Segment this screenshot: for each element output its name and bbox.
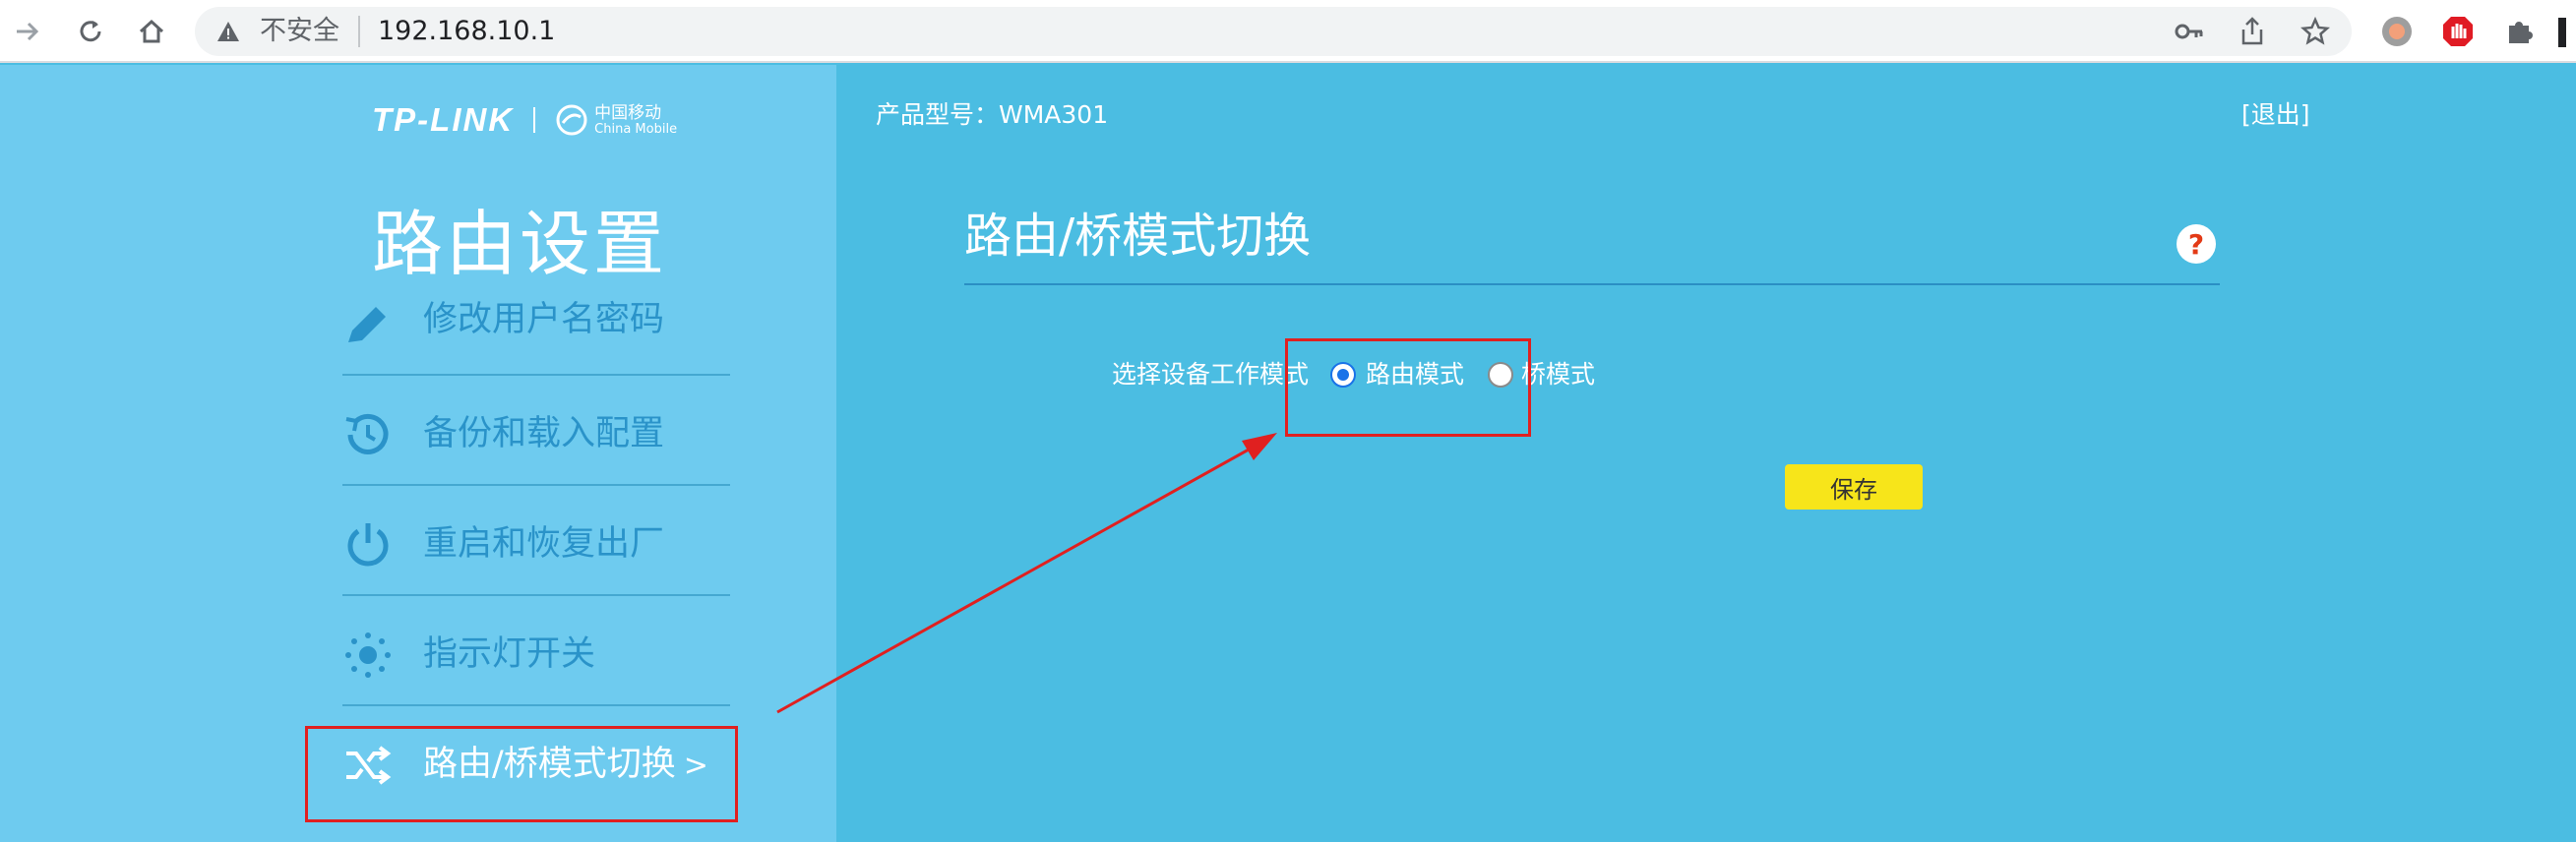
brand-logo: TP-LINK 中国移动 China Mobile (372, 98, 677, 142)
security-status: 不安全 (260, 16, 339, 46)
key-icon[interactable] (2173, 16, 2206, 47)
browser-toolbar: 不安全 192.168.10.1 (0, 0, 2576, 63)
brand-divider (533, 107, 536, 133)
share-icon[interactable] (2236, 16, 2269, 47)
title-divider (964, 283, 2220, 285)
china-mobile-logo: 中国移动 China Mobile (555, 103, 677, 137)
arrow-right-icon (17, 22, 39, 41)
sidebar-item-reboot-reset[interactable]: 重启和恢复出厂 (342, 486, 730, 596)
power-icon (347, 523, 389, 567)
address-bar[interactable]: 不安全 192.168.10.1 (195, 7, 2352, 56)
sidebar-item-label: 修改用户名密码 (423, 300, 665, 339)
section-title: 路由设置 (372, 203, 668, 285)
profile-extension-icon[interactable] (2377, 12, 2417, 51)
page-title: 路由/桥模式切换 (964, 209, 1312, 264)
address-separator (358, 16, 360, 47)
china-mobile-cn: 中国移动 (594, 102, 662, 123)
sidebar-item-label: 指示灯开关 (423, 634, 596, 674)
reload-button[interactable] (67, 8, 114, 55)
logout-link[interactable]: [退出] (2241, 100, 2310, 130)
url-text[interactable]: 192.168.10.1 (378, 17, 555, 46)
help-icon[interactable]: ? (2177, 224, 2216, 264)
china-mobile-icon (556, 104, 587, 136)
home-icon (139, 19, 164, 43)
highlight-box-radio (1285, 338, 1531, 437)
sidebar-item-label: 备份和载入配置 (423, 414, 665, 453)
pencil-icon (348, 307, 386, 342)
sidebar-item-label: 重启和恢复出厂 (423, 524, 665, 564)
sidebar-item-backup-restore[interactable]: 备份和载入配置 (342, 376, 730, 486)
warning-icon (217, 22, 239, 41)
reload-icon (80, 21, 101, 42)
bookmark-star-icon[interactable] (2299, 16, 2332, 47)
highlight-box-menu (305, 726, 738, 822)
china-mobile-en: China Mobile (594, 121, 678, 137)
bridge-mode-label[interactable]: 桥模式 (1521, 360, 1595, 390)
save-button[interactable]: 保存 (1785, 464, 1923, 510)
sidebar-item-led-switch[interactable]: 指示灯开关 (342, 596, 730, 706)
adblock-extension-icon[interactable] (2438, 12, 2478, 51)
mode-label: 选择设备工作模式 (1112, 360, 1310, 389)
home-button[interactable] (128, 8, 175, 55)
sidepanel-icon[interactable] (2558, 18, 2566, 47)
history-icon (345, 413, 389, 454)
tplink-logo: TP-LINK (372, 101, 515, 138)
product-model: 产品型号：WMA301 (876, 100, 1109, 129)
main-panel: 产品型号：WMA301 [退出] 路由/桥模式切换 ? 选择设备工作模式 路由模… (836, 65, 2576, 842)
sidebar-item-change-password[interactable]: 修改用户名密码 (342, 300, 730, 376)
forward-button[interactable] (4, 8, 51, 55)
puzzle-extensions-icon[interactable] (2499, 12, 2539, 51)
led-light-icon (345, 632, 391, 678)
